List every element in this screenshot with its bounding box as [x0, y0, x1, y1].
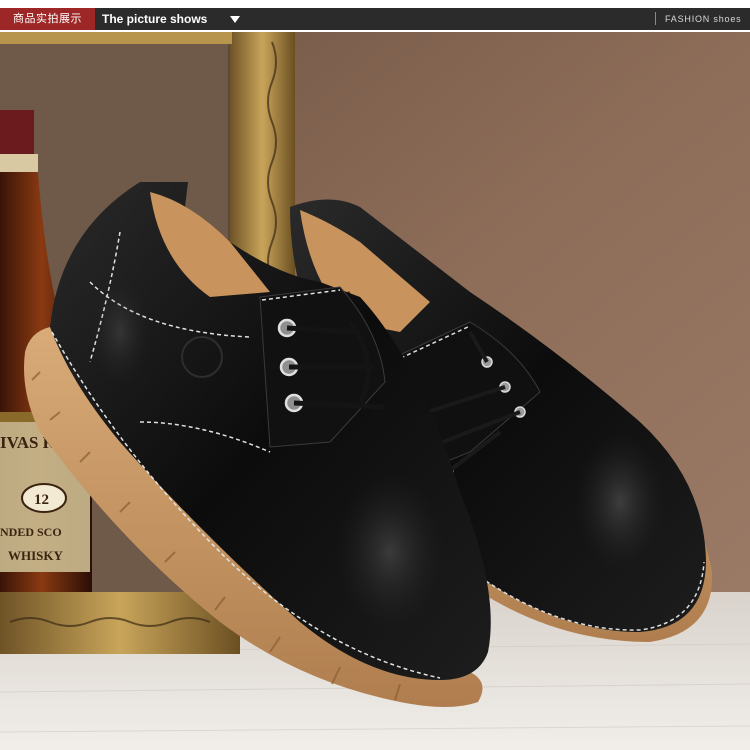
- header-divider: [655, 12, 656, 25]
- header-badge: 商品实拍展示: [0, 8, 95, 30]
- header-banner: 商品实拍展示 The picture shows FASHION shoes: [0, 0, 750, 32]
- dropdown-arrow-icon: [230, 16, 240, 23]
- product-photo-illustration: IVAS REG 12 NDED SCO WHISKY FASHI: [0, 32, 750, 750]
- header-title: The picture shows: [102, 12, 208, 26]
- header-tagline: FASHION shoes: [665, 14, 742, 24]
- bottle-label-line2: NDED SCO: [0, 525, 62, 539]
- bottle-label-line3: WHISKY: [8, 548, 64, 563]
- bottle-label-age: 12: [34, 492, 49, 508]
- product-photo: IVAS REG 12 NDED SCO WHISKY FASHI: [0, 32, 750, 750]
